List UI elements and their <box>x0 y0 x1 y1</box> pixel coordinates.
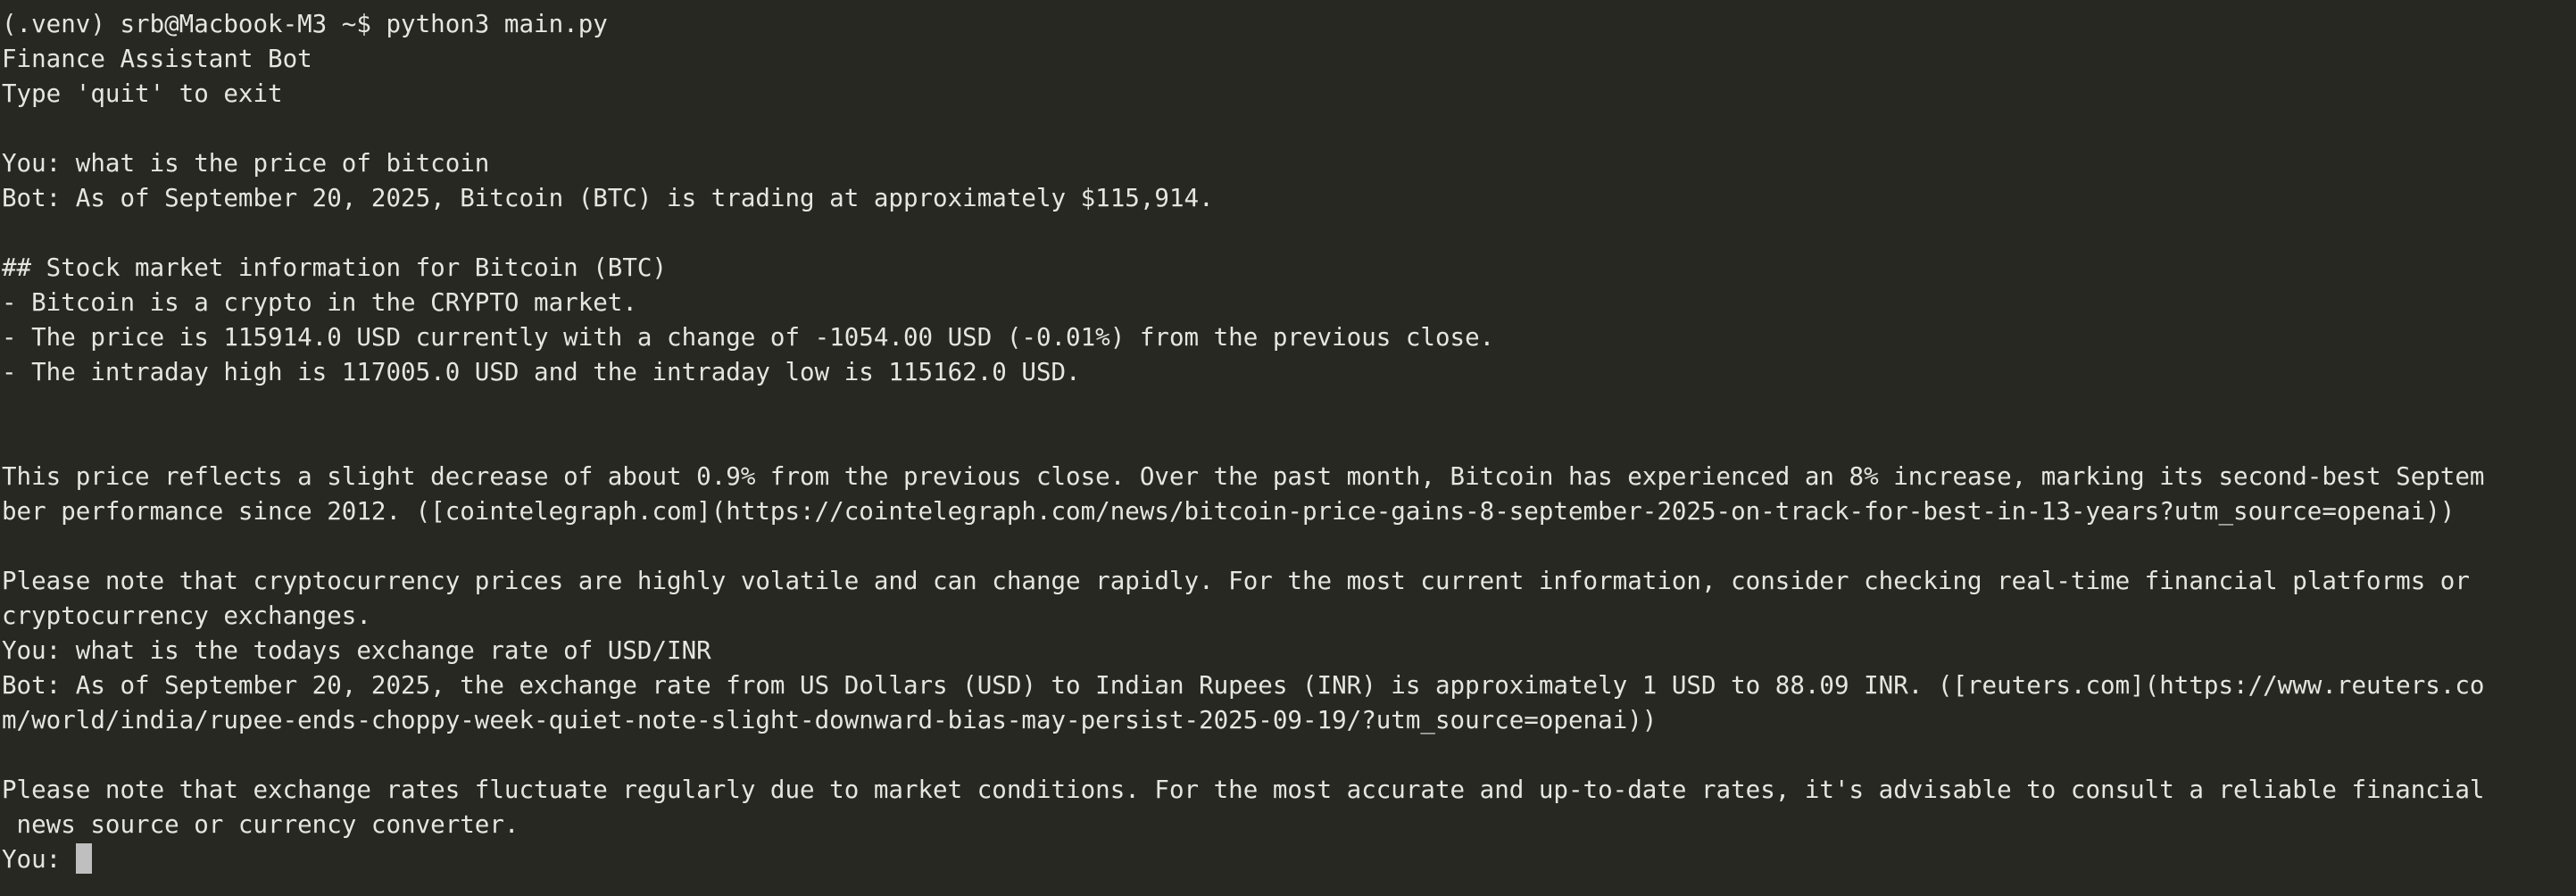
terminal-line: (.venv) srb@Macbook-M3 ~$ python3 main.p… <box>2 10 608 38</box>
terminal-line: cryptocurrency exchanges. <box>2 601 371 630</box>
text-cursor[interactable] <box>75 843 92 874</box>
terminal-window[interactable]: (.venv) srb@Macbook-M3 ~$ python3 main.p… <box>0 0 2576 896</box>
terminal-line: news source or currency converter. <box>2 810 519 839</box>
terminal-line: You: what is the todays exchange rate of… <box>2 636 711 665</box>
terminal-line: You: what is the price of bitcoin <box>2 149 490 178</box>
terminal-line: m/world/india/rupee-ends-choppy-week-qui… <box>2 706 1658 734</box>
terminal-line: - Bitcoin is a crypto in the CRYPTO mark… <box>2 288 637 317</box>
input-prompt-line[interactable]: You: <box>2 842 2576 877</box>
terminal-line: Please note that exchange rates fluctuat… <box>2 776 2485 804</box>
terminal-line: Type 'quit' to exit <box>2 79 283 108</box>
terminal-line: - The price is 115914.0 USD currently wi… <box>2 323 1495 352</box>
terminal-line: This price reflects a slight decrease of… <box>2 462 2485 491</box>
terminal-line: Bot: As of September 20, 2025, the excha… <box>2 671 2485 700</box>
input-prompt: You: <box>2 845 76 874</box>
terminal-line: Bot: As of September 20, 2025, Bitcoin (… <box>2 184 1214 212</box>
terminal-line: - The intraday high is 117005.0 USD and … <box>2 358 1081 386</box>
terminal-line: Finance Assistant Bot <box>2 45 312 73</box>
terminal-line: ## Stock market information for Bitcoin … <box>2 253 668 282</box>
terminal-line: Please note that cryptocurrency prices a… <box>2 567 2470 595</box>
terminal-line: ber performance since 2012. ([cointelegr… <box>2 497 2456 526</box>
